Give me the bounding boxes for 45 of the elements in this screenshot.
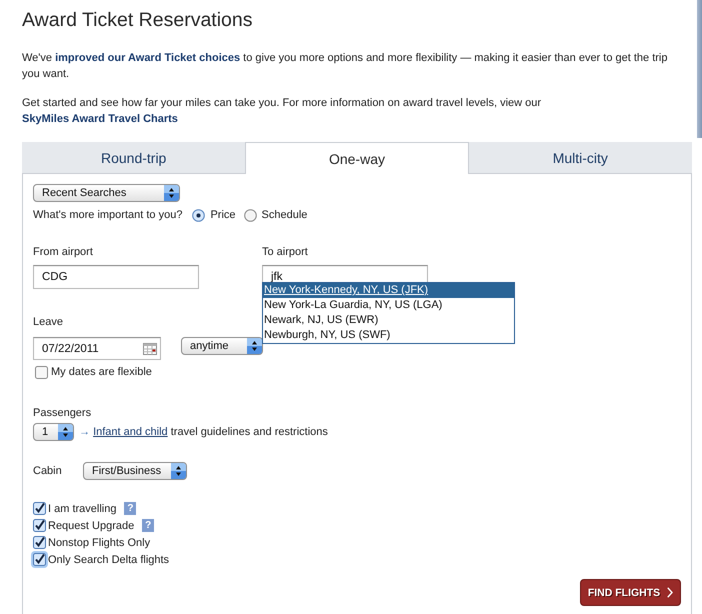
field-label: Passengers [33, 406, 92, 420]
from-airport-field[interactable]: CDG [33, 265, 199, 289]
checkbox-label: My dates are flexible [51, 365, 152, 379]
field-label: From airport [33, 245, 93, 259]
stepper-icon [164, 185, 179, 201]
checkbox-label: Request Upgrade [48, 518, 134, 532]
text-link[interactable]: Infant and child [93, 426, 168, 438]
scrollbar-thumb[interactable] [697, 0, 702, 138]
tab[interactable]: Round-trip [22, 142, 246, 174]
field-label: To airport [262, 245, 308, 259]
menu-item[interactable]: New York-Kennedy, NY, US (JFK) [263, 283, 514, 298]
checkbox[interactable] [33, 536, 46, 549]
field-label: Leave [33, 315, 63, 329]
field-label: Cabin [33, 464, 63, 478]
cabin-select[interactable]: First/Business [83, 462, 187, 480]
date-field[interactable]: 07/22/2011 [33, 337, 161, 360]
intro-text: Get started and see how far your miles can take you. For more information on award travel levels, view our SkyMiles Award Travel Charts [22, 96, 542, 127]
stepper-icon [247, 338, 262, 354]
recent-searches-select[interactable]: Recent Searches [33, 184, 180, 202]
time-select[interactable]: anytime [181, 337, 263, 355]
radio-label: Schedule [262, 208, 308, 222]
find-flights-button[interactable]: FIND FLIGHTS [580, 579, 681, 606]
checkbox-label: Only Search Delta flights [48, 552, 170, 566]
calendar-icon[interactable] [143, 342, 157, 354]
passengers-select[interactable]: 1 [33, 423, 74, 441]
radio-button[interactable] [192, 208, 206, 222]
checkbox[interactable] [31, 551, 48, 568]
stepper-icon [171, 463, 186, 479]
text-link[interactable]: SkyMiles Award Travel Charts [22, 113, 178, 125]
guidelines-text: → Infant and child travel guidelines and restrictions [79, 425, 328, 439]
page-title: Award Ticket Reservations [22, 8, 252, 33]
checkbox[interactable] [33, 519, 46, 532]
text-link[interactable]: improved our Award Ticket choices [55, 52, 240, 64]
chevron-icon [667, 587, 674, 598]
checkbox[interactable] [33, 502, 46, 515]
tab[interactable]: One-way [245, 142, 469, 174]
tab[interactable]: Multi-city [468, 142, 692, 174]
checkbox-label: I am travelling [48, 502, 116, 516]
radio-label: Price [210, 208, 236, 222]
checkbox-label: Nonstop Flights Only [48, 536, 150, 550]
radio-button[interactable] [244, 208, 257, 222]
stepper-icon [58, 424, 73, 440]
checkbox[interactable] [35, 366, 48, 378]
preference-label: What's more important to you? [33, 208, 182, 222]
intro-text: We've improved our Award Ticket choices to give you more options and more flexibility — making it easier than ever to get the trip you want. [22, 51, 668, 82]
